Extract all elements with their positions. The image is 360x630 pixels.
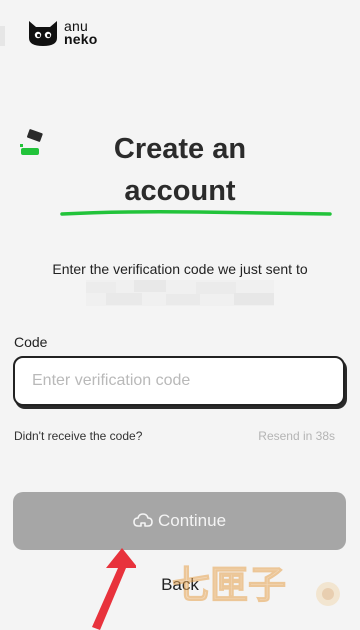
resend-question: Didn't receive the code?	[14, 429, 143, 443]
cloud-icon	[133, 513, 153, 527]
continue-button[interactable]: Continue	[13, 492, 346, 550]
watermark: 七匣子	[172, 563, 340, 608]
annotation-arrow	[92, 548, 136, 630]
redacted-email	[86, 280, 274, 306]
resend-countdown: Resend in 38s	[258, 429, 335, 443]
logo-line-2: neko	[64, 31, 98, 47]
title-underline	[60, 210, 332, 216]
cat-icon	[29, 21, 57, 46]
page-title: Create an account	[0, 128, 360, 212]
code-label: Code	[14, 334, 48, 350]
title-line-1: Create an	[113, 133, 247, 165]
left-edge-stub	[0, 26, 5, 46]
app-logo[interactable]: anu neko	[26, 18, 97, 48]
logo-wordmark: anu neko	[64, 19, 98, 47]
watermark-text: 七匣子	[172, 563, 286, 607]
verification-code-input[interactable]	[13, 356, 345, 406]
verification-instructions: Enter the verification code we just sent…	[52, 261, 308, 277]
continue-label: Continue	[157, 511, 227, 530]
